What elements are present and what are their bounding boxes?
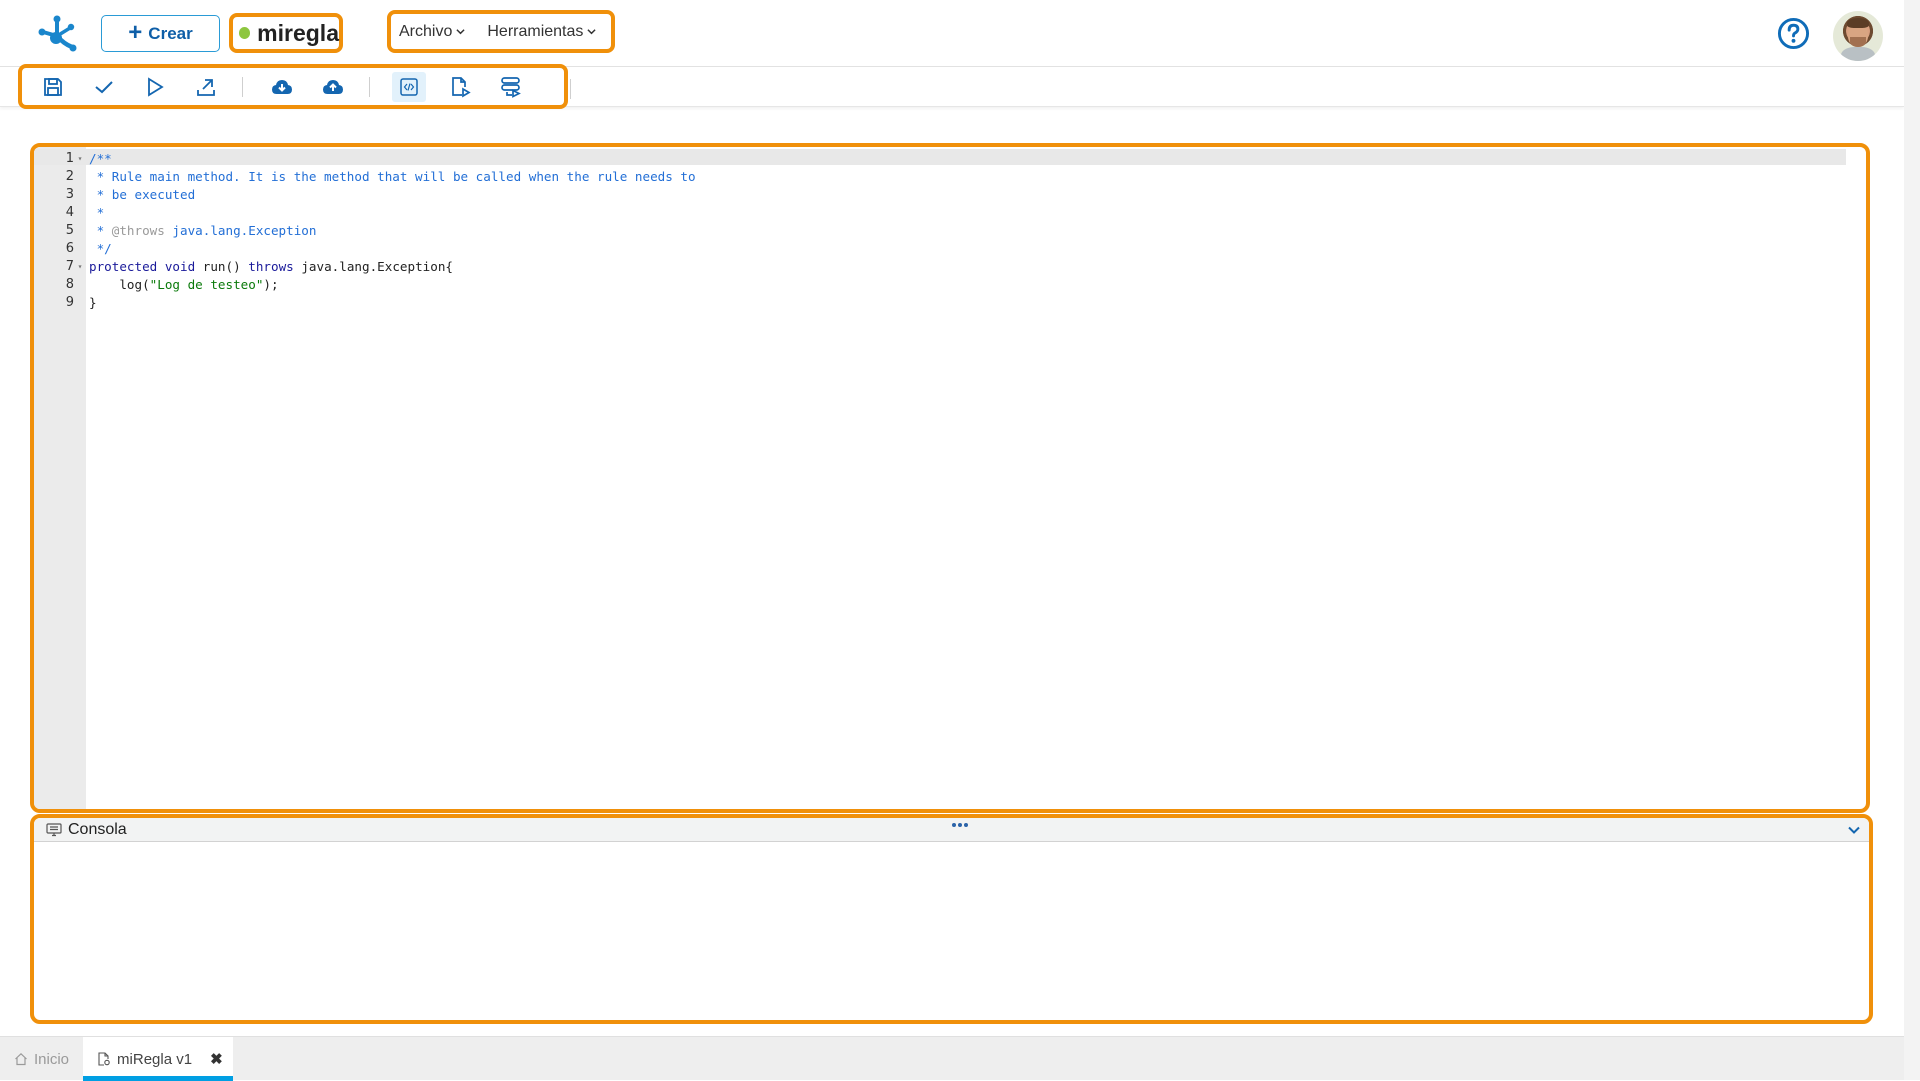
validate-button[interactable]: [87, 72, 121, 102]
rule-file-icon: [98, 1052, 110, 1066]
play-icon: [148, 76, 164, 97]
line-text: */: [89, 241, 112, 256]
chevron-down-icon: [587, 29, 596, 35]
list-run-icon: [501, 76, 521, 98]
top-bar: + Crear miregla Archivo Herramientas: [0, 0, 1920, 67]
line-text: /**: [89, 151, 112, 166]
code-view-button[interactable]: [392, 71, 426, 102]
fold-toggle-icon[interactable]: ▾: [74, 150, 86, 168]
cloud-upload-icon: [323, 79, 343, 94]
console-header: Consola: [34, 818, 1869, 842]
menu-archivo[interactable]: Archivo: [399, 23, 465, 41]
download-button[interactable]: [265, 72, 299, 102]
file-run-icon: [452, 76, 471, 97]
line-number: 8: [65, 277, 74, 292]
tab-miregla[interactable]: miRegla v1 ✖: [83, 1037, 233, 1081]
upload-button[interactable]: [316, 72, 350, 102]
console-panel: Consola: [30, 814, 1873, 1024]
console-output[interactable]: [34, 843, 1869, 1020]
rule-name: miregla: [257, 19, 339, 46]
tab-label: Inicio: [34, 1050, 70, 1068]
line-number: 4: [65, 205, 74, 220]
toolbar-separator: [369, 76, 370, 97]
code-line: 3 * be executed: [34, 186, 696, 204]
app-logo-icon[interactable]: [36, 14, 78, 54]
line-text: }: [89, 295, 97, 310]
line-text: * @throws java.lang.Exception: [89, 223, 317, 238]
line-number: 9: [65, 295, 74, 310]
code-editor[interactable]: 1 ▾ /** 2 * Rule main method. It is the …: [30, 143, 1870, 813]
cloud-download-icon: [272, 79, 292, 94]
line-text: *: [89, 205, 105, 220]
run-button[interactable]: [138, 72, 172, 102]
home-icon: [15, 1052, 27, 1066]
check-icon: [95, 80, 113, 93]
console-resize-handle[interactable]: [952, 823, 968, 827]
chevron-down-icon[interactable]: [1847, 823, 1861, 837]
save-button[interactable]: [36, 72, 70, 102]
chevron-down-icon: [456, 29, 465, 35]
toolbar-divider: [570, 79, 571, 99]
console-icon: [46, 822, 62, 836]
close-tab-icon[interactable]: ✖: [210, 1050, 223, 1068]
export-button[interactable]: [189, 72, 223, 102]
rule-name-badge: miregla: [229, 13, 343, 53]
main-menu: Archivo Herramientas: [387, 10, 615, 53]
code-line: 1 ▾ /**: [34, 150, 696, 168]
tab-label: miRegla v1: [117, 1050, 193, 1068]
create-button[interactable]: + Crear: [101, 15, 220, 52]
export-icon: [197, 78, 215, 96]
tab-inicio[interactable]: Inicio: [0, 1037, 83, 1081]
editor-toolbar: [18, 64, 568, 109]
run-file-button[interactable]: [443, 72, 477, 102]
create-button-label: Crear: [148, 23, 193, 43]
code-line: 6 */: [34, 240, 696, 258]
help-circle-icon[interactable]: [1777, 17, 1810, 50]
code-line: 4 *: [34, 204, 696, 222]
user-avatar[interactable]: [1833, 11, 1883, 61]
code-line: 7 ▾ protected void run() throws java.lan…: [34, 258, 696, 276]
line-number: 5: [65, 223, 74, 238]
bottom-tab-bar: Inicio miRegla v1 ✖: [0, 1036, 1904, 1081]
line-text: * be executed: [89, 187, 196, 202]
menu-herramientas[interactable]: Herramientas: [487, 23, 596, 41]
line-number: 1: [65, 151, 74, 166]
toolbar-separator: [242, 76, 243, 97]
code-icon: [400, 77, 418, 96]
menu-herramientas-label: Herramientas: [487, 22, 584, 40]
code-line: 8 log("Log de testeo");: [34, 276, 696, 294]
code-line: 5 * @throws java.lang.Exception: [34, 222, 696, 240]
menu-archivo-label: Archivo: [399, 22, 453, 40]
status-dot-icon: [239, 27, 251, 39]
line-number: 2: [65, 169, 74, 184]
code-line: 2 * Rule main method. It is the method t…: [34, 168, 696, 186]
line-number: 3: [65, 187, 74, 202]
console-title: Consola: [68, 820, 127, 838]
save-icon: [44, 77, 62, 96]
line-number: 7: [65, 259, 74, 274]
code-line: 9 }: [34, 294, 696, 312]
fold-toggle-icon[interactable]: ▾: [74, 258, 86, 276]
code-content[interactable]: 1 ▾ /** 2 * Rule main method. It is the …: [34, 150, 696, 312]
line-text: * Rule main method. It is the method tha…: [89, 169, 696, 184]
line-text: protected void run() throws java.lang.Ex…: [89, 259, 453, 274]
run-list-button[interactable]: [494, 72, 528, 102]
line-text: log("Log de testeo");: [89, 277, 279, 292]
plus-icon: +: [128, 18, 143, 46]
line-number: 6: [65, 241, 74, 256]
page-scrollbar[interactable]: [1904, 0, 1920, 1080]
